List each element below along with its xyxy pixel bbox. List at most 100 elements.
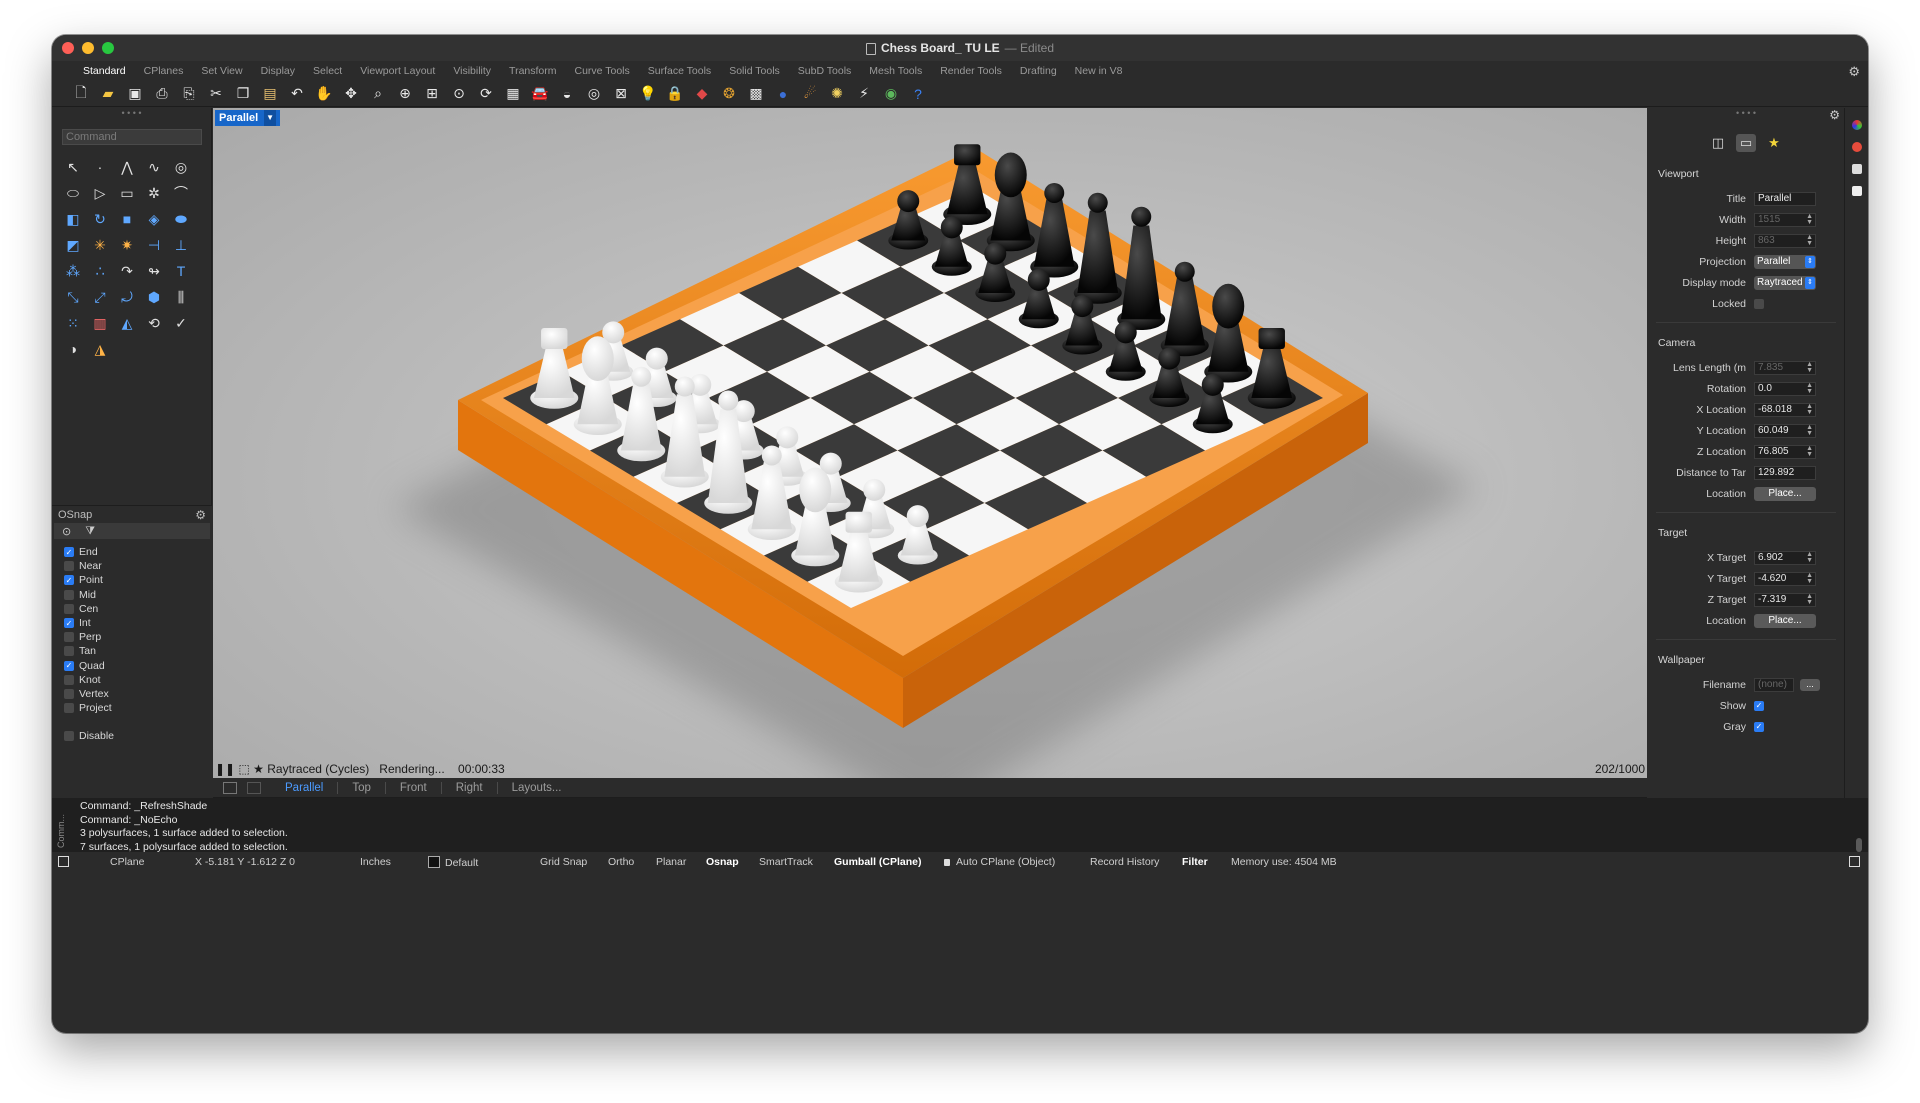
save-icon[interactable]: ▣: [124, 83, 146, 105]
panel-grip[interactable]: • • • •: [1648, 108, 1844, 120]
material-icon[interactable]: ◆: [691, 83, 713, 105]
color-wheel-icon[interactable]: [1851, 120, 1862, 130]
plane-icon[interactable]: ◩: [60, 232, 86, 258]
offset-icon[interactable]: ↷: [114, 258, 140, 284]
close-button[interactable]: [62, 42, 74, 54]
stepper-icon[interactable]: ▲ ▼: [1806, 213, 1813, 226]
render-icon[interactable]: ☄: [799, 83, 821, 105]
viewport-icon[interactable]: ▭: [1736, 134, 1756, 152]
star-icon[interactable]: ★: [1764, 134, 1784, 152]
tab-standard[interactable]: Standard: [74, 65, 135, 77]
scrollbar[interactable]: [1856, 838, 1862, 852]
checkbox[interactable]: [64, 603, 74, 614]
tab-new-in-v8[interactable]: New in V8: [1066, 65, 1132, 77]
zoom-extents-icon[interactable]: ⊞: [421, 83, 443, 105]
select-icon[interactable]: ↖: [60, 154, 86, 180]
stepper-icon[interactable]: ▲ ▼: [1806, 445, 1813, 458]
checkbox[interactable]: [64, 703, 74, 714]
width-field[interactable]: 1515 ▲ ▼: [1754, 212, 1816, 227]
tab-display[interactable]: Display: [252, 65, 304, 77]
car-icon[interactable]: 🚘: [529, 83, 551, 105]
new-icon[interactable]: 🗋: [70, 83, 92, 105]
locked-checkbox[interactable]: [1754, 298, 1764, 309]
star-icon[interactable]: ★: [253, 762, 264, 776]
polyline-icon[interactable]: ⋀: [114, 154, 140, 180]
rectangle-icon[interactable]: ▭: [114, 180, 140, 206]
osnap-item-quad[interactable]: ✓ Quad: [64, 659, 212, 673]
rotate-view-icon[interactable]: ✥: [340, 83, 362, 105]
y-location-field[interactable]: 60.049 ▲ ▼: [1754, 423, 1816, 438]
checkbox[interactable]: [64, 589, 74, 600]
filename-field[interactable]: (none): [1754, 677, 1794, 692]
osnap-item-knot[interactable]: Knot: [64, 673, 212, 687]
ortho-toggle[interactable]: Ortho: [608, 856, 634, 868]
cube-icon[interactable]: ⬢: [141, 284, 167, 310]
checkbox[interactable]: ✓: [64, 547, 74, 558]
cplane-status[interactable]: CPlane: [110, 856, 144, 868]
help-icon[interactable]: ?: [907, 83, 929, 105]
rotate-icon[interactable]: ⟳: [475, 83, 497, 105]
four-view-icon[interactable]: [223, 781, 237, 794]
light-icon[interactable]: 💡: [637, 83, 659, 105]
display-icon[interactable]: [1851, 164, 1862, 174]
target-place-button[interactable]: Place...: [1754, 613, 1816, 628]
join-icon[interactable]: ⊥: [168, 232, 194, 258]
osnap-mode-icon[interactable]: ⊙: [62, 525, 71, 538]
render-mesh-icon[interactable]: ▩: [745, 83, 767, 105]
fillet-icon[interactable]: ⌒: [168, 180, 194, 206]
checkbox[interactable]: ✓: [64, 618, 74, 629]
show-checkbox[interactable]: ✓: [1754, 700, 1764, 711]
checkbox[interactable]: [64, 646, 74, 657]
single-view-icon[interactable]: [247, 781, 261, 794]
tab-select[interactable]: Select: [304, 65, 351, 77]
z-target-field[interactable]: -7.319 ▲ ▼: [1754, 592, 1816, 607]
lens-length-field[interactable]: 7.835 ▲ ▼: [1754, 360, 1816, 375]
gear-shape-icon[interactable]: ✲: [141, 180, 167, 206]
projection-select[interactable]: Parallel ⇕: [1754, 254, 1816, 269]
undo-icon[interactable]: ↶: [286, 83, 308, 105]
osnap-item-end[interactable]: ✓ End: [64, 545, 212, 559]
lock-icon[interactable]: ⬚: [238, 762, 249, 776]
box-icon[interactable]: ■: [114, 206, 140, 232]
rotation-field[interactable]: 0.0 ▲ ▼: [1754, 381, 1816, 396]
tab-subd-tools[interactable]: SubD Tools: [789, 65, 861, 77]
planar-toggle[interactable]: Planar: [656, 856, 686, 868]
grid-icon[interactable]: ⊠: [610, 83, 632, 105]
tab-visibility[interactable]: Visibility: [444, 65, 500, 77]
scale-icon[interactable]: ⤢: [87, 284, 113, 310]
grid-snap-toggle[interactable]: Grid Snap: [540, 856, 587, 868]
checkbox[interactable]: ✓: [64, 660, 74, 671]
x-location-field[interactable]: -68.018 ▲ ▼: [1754, 402, 1816, 417]
tab-set-view[interactable]: Set View: [192, 65, 251, 77]
open-icon[interactable]: ▰: [97, 83, 119, 105]
osnap-disable-row[interactable]: Disable: [64, 729, 212, 743]
extrude-icon[interactable]: ↻: [87, 206, 113, 232]
filter-toggle[interactable]: Filter: [1182, 856, 1208, 868]
four-view-icon[interactable]: ▦: [502, 83, 524, 105]
polygon-icon[interactable]: ▷: [87, 180, 113, 206]
tab-parallel[interactable]: Parallel: [271, 781, 339, 794]
stepper-icon[interactable]: ▲ ▼: [1806, 234, 1813, 247]
z-location-field[interactable]: 76.805 ▲ ▼: [1754, 444, 1816, 459]
split-icon[interactable]: ✷: [114, 232, 140, 258]
point-icon[interactable]: ·: [87, 154, 113, 180]
tab-mesh-tools[interactable]: Mesh Tools: [860, 65, 931, 77]
checkbox[interactable]: [64, 731, 74, 742]
rhino-icon[interactable]: ◉: [880, 83, 902, 105]
checkbox[interactable]: [64, 688, 74, 699]
gumball-toggle[interactable]: Gumball (CPlane): [834, 856, 922, 868]
sun-icon[interactable]: ✺: [826, 83, 848, 105]
dimension-icon[interactable]: ⫼: [168, 284, 194, 310]
explode-icon[interactable]: ✳: [87, 232, 113, 258]
osnap-item-int[interactable]: ✓ Int: [64, 616, 212, 630]
smarttrack-toggle[interactable]: SmartTrack: [759, 856, 813, 868]
osnap-item-near[interactable]: Near: [64, 559, 212, 573]
points-grid-icon[interactable]: ⁙: [60, 310, 86, 336]
panel-grip[interactable]: • • • •: [52, 108, 211, 120]
osnap-item-project[interactable]: Project: [64, 701, 212, 715]
osnap-item-mid[interactable]: Mid: [64, 588, 212, 602]
display-mode-select[interactable]: Raytraced ⇕: [1754, 275, 1816, 290]
gray-checkbox[interactable]: ✓: [1754, 721, 1764, 732]
height-field[interactable]: 863 ▲ ▼: [1754, 233, 1816, 248]
tab-drafting[interactable]: Drafting: [1011, 65, 1066, 77]
